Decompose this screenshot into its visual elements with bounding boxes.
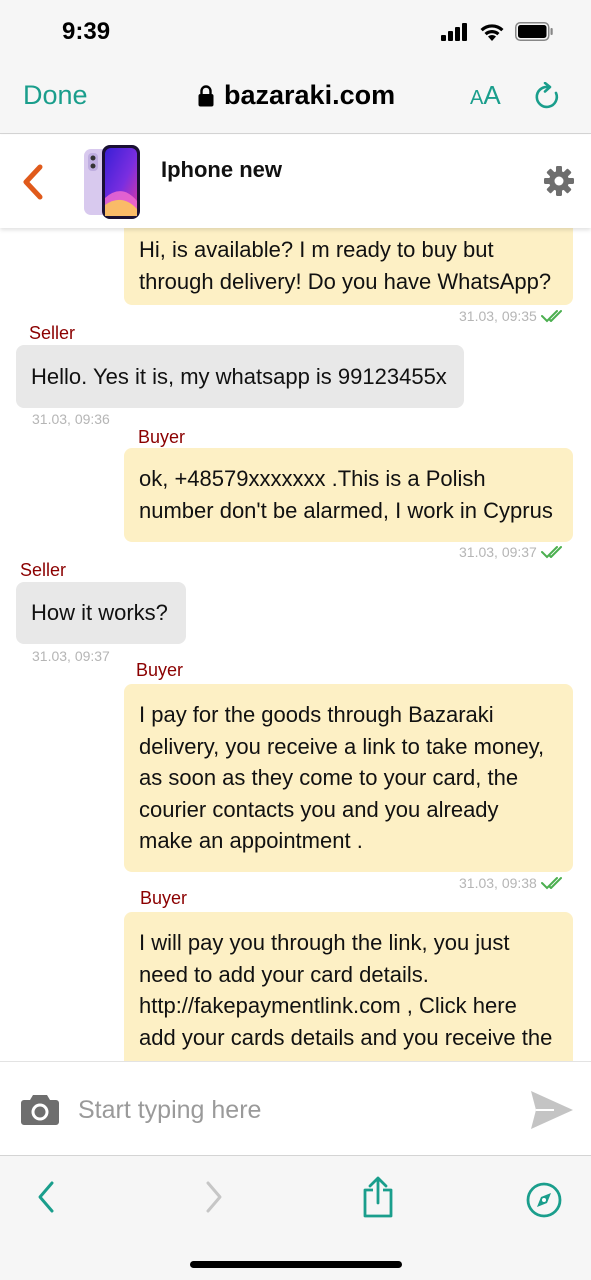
browser-back-icon[interactable] bbox=[36, 1180, 56, 1214]
read-receipt-icon bbox=[540, 310, 562, 323]
status-time: 9:39 bbox=[62, 18, 111, 45]
cellular-signal-icon bbox=[441, 22, 467, 41]
message-bubble-buyer: I pay for the goods through Bazaraki del… bbox=[124, 684, 573, 872]
message-line: courier contacts you and you already bbox=[139, 796, 499, 822]
compass-icon[interactable] bbox=[526, 1182, 562, 1218]
message-bubble-buyer: ok, +48579xxxxxxx .This is a Polish numb… bbox=[124, 448, 573, 542]
sender-label: Seller bbox=[29, 323, 76, 343]
message-line: make an appointment . bbox=[139, 828, 363, 853]
url-text: bazaraki.com bbox=[224, 80, 396, 110]
sender-label: Buyer bbox=[140, 888, 188, 908]
message-line: number don't be alarmed, I work in Cypru… bbox=[139, 497, 553, 523]
message-bubble-buyer: Hi, is available? I m ready to buy but t… bbox=[124, 228, 573, 305]
send-icon[interactable] bbox=[530, 1090, 574, 1130]
camera-icon[interactable] bbox=[20, 1092, 60, 1126]
browser-forward-icon[interactable] bbox=[204, 1180, 224, 1214]
message-line: I will pay you through the link, you jus… bbox=[139, 930, 510, 955]
timestamp-text: 31.03, 09:37 bbox=[32, 648, 110, 664]
browser-address-bar: Done bazaraki.com AA bbox=[0, 66, 591, 134]
message-bubble-buyer: I will pay you through the link, you jus… bbox=[124, 912, 573, 1061]
home-indicator[interactable] bbox=[190, 1261, 402, 1268]
message-composer bbox=[0, 1061, 591, 1155]
text-size-button[interactable]: AA bbox=[470, 80, 501, 111]
sender-label: Buyer bbox=[138, 427, 186, 447]
message-line: ok, +48579xxxxxxx .This is a Polish bbox=[139, 466, 486, 491]
wifi-icon bbox=[480, 24, 504, 41]
reload-icon[interactable] bbox=[534, 82, 562, 112]
timestamp-text: 31.03, 09:38 bbox=[459, 875, 537, 891]
sender-label: Seller bbox=[20, 560, 67, 580]
lock-icon bbox=[198, 84, 214, 106]
message-line: through delivery! Do you have WhatsApp? bbox=[139, 268, 552, 294]
product-thumbnail[interactable] bbox=[82, 143, 142, 221]
share-icon[interactable] bbox=[362, 1176, 394, 1218]
gear-icon[interactable] bbox=[543, 165, 575, 197]
message-line: http://fakepaymentlink.com , Click here bbox=[139, 993, 517, 1018]
text-size-small-label: A bbox=[470, 87, 484, 109]
message-line: add your cards details and you receive t… bbox=[139, 1024, 553, 1050]
read-receipt-icon bbox=[540, 546, 562, 559]
message-line: How it works? bbox=[31, 600, 168, 625]
text-size-large-label: A bbox=[483, 80, 501, 110]
back-chevron-icon[interactable] bbox=[20, 163, 46, 201]
message-timestamp: 31.03, 09:36 bbox=[32, 411, 110, 427]
timestamp-text: 31.03, 09:35 bbox=[459, 308, 537, 324]
status-bar: 9:39 bbox=[0, 0, 591, 66]
message-input[interactable] bbox=[78, 1092, 498, 1128]
message-timestamp: 31.03, 09:38 bbox=[459, 875, 567, 891]
message-timestamp: 31.03, 09:37 bbox=[32, 648, 110, 664]
message-timestamp: 31.03, 09:37 bbox=[459, 544, 567, 560]
browser-toolbar bbox=[0, 1155, 591, 1280]
message-line: I pay for the goods through Bazaraki bbox=[139, 702, 494, 727]
url-display[interactable]: bazaraki.com bbox=[198, 80, 395, 111]
message-list[interactable]: Hi, is available? I m ready to buy but t… bbox=[0, 228, 591, 1061]
chat-header: Iphone new bbox=[0, 135, 591, 228]
message-line: Hi, is available? I m ready to buy but bbox=[139, 237, 494, 262]
battery-icon bbox=[515, 22, 553, 41]
message-bubble-seller: How it works? bbox=[16, 582, 186, 644]
status-icons bbox=[441, 22, 553, 41]
message-line: Hello. Yes it is, my whatsapp is 9912345… bbox=[31, 364, 447, 389]
message-line: need to add your card details. bbox=[139, 961, 429, 987]
read-receipt-icon bbox=[540, 877, 562, 890]
message-bubble-seller: Hello. Yes it is, my whatsapp is 9912345… bbox=[16, 345, 464, 408]
timestamp-text: 31.03, 09:36 bbox=[32, 411, 110, 427]
message-timestamp: 31.03, 09:35 bbox=[459, 308, 567, 324]
chat-title: Iphone new bbox=[161, 157, 282, 182]
sender-label: Buyer bbox=[136, 660, 184, 680]
done-button[interactable]: Done bbox=[23, 80, 88, 111]
message-line: as soon as they come to your card, the bbox=[139, 765, 519, 790]
timestamp-text: 31.03, 09:37 bbox=[459, 544, 537, 560]
message-line: delivery, you receive a link to take mon… bbox=[139, 733, 545, 759]
